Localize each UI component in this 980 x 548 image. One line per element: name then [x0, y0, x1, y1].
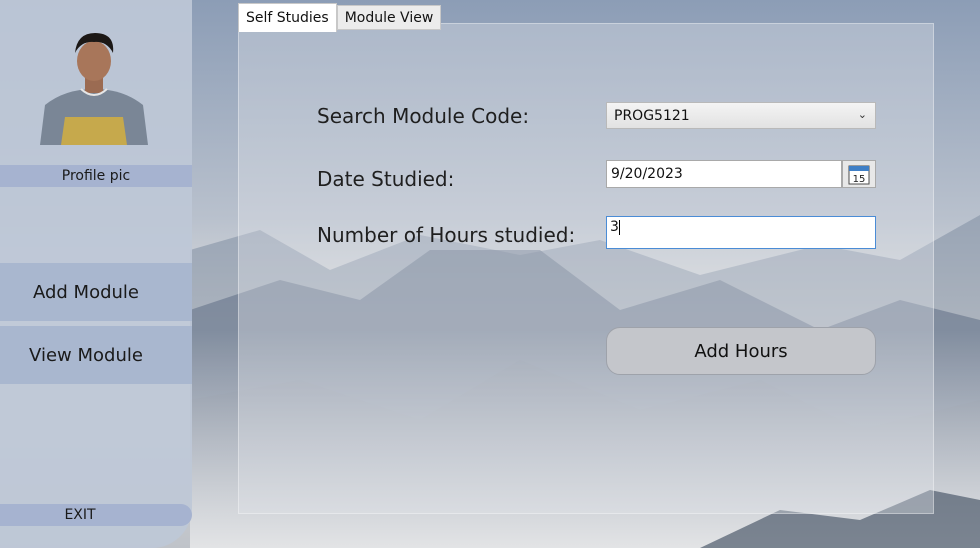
view-module-button[interactable]: View Module: [0, 326, 192, 384]
hours-value: 3: [610, 219, 619, 235]
chevron-down-icon: ⌄: [857, 108, 867, 121]
tab-self-studies[interactable]: Self Studies: [238, 3, 337, 32]
date-studied-input[interactable]: 9/20/2023: [606, 160, 842, 188]
profile-avatar: [35, 27, 153, 145]
hours-studied-label: Number of Hours studied:: [317, 223, 576, 247]
module-code-label: Search Module Code:: [317, 104, 530, 128]
sidebar: Profile pic Add Module View Module EXIT: [0, 0, 192, 548]
tab-bar: Self Studies Module View: [238, 3, 442, 32]
date-studied-label: Date Studied:: [317, 167, 455, 191]
profile-pic-label: Profile pic: [0, 165, 192, 187]
module-code-select[interactable]: PROG5121 ⌄: [606, 102, 876, 129]
text-caret: [618, 220, 620, 235]
calendar-day-text: 15: [853, 174, 866, 185]
add-hours-button[interactable]: Add Hours: [606, 327, 876, 375]
tab-module-view[interactable]: Module View: [336, 5, 442, 30]
hours-studied-input[interactable]: 3: [606, 216, 876, 249]
module-code-value: PROG5121: [614, 107, 690, 124]
calendar-button[interactable]: 15: [842, 160, 876, 188]
self-studies-panel: [238, 23, 934, 514]
exit-button[interactable]: EXIT: [0, 504, 192, 526]
calendar-icon: 15: [848, 165, 870, 185]
add-module-button[interactable]: Add Module: [0, 263, 192, 321]
